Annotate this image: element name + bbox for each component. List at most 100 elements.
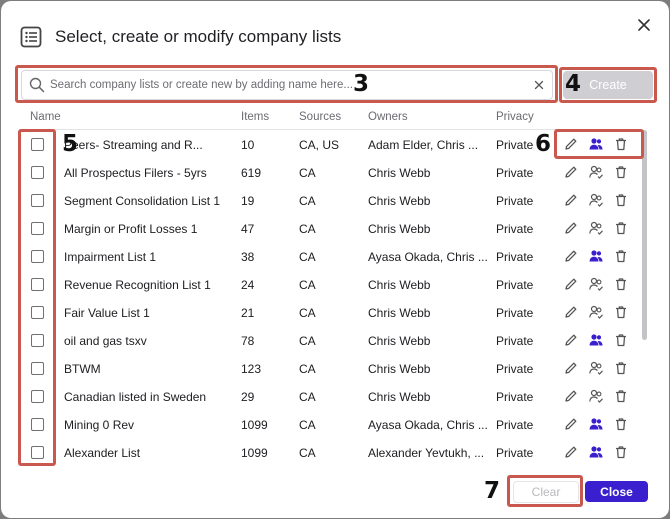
close-icon[interactable] <box>634 15 654 35</box>
column-header-name: Name <box>30 111 61 123</box>
list-items-count: 24 <box>241 278 255 292</box>
list-name: oil and gas tsxv <box>64 334 147 348</box>
list-name: Canadian listed in Sweden <box>64 390 207 404</box>
edit-icon[interactable] <box>563 136 579 152</box>
row-checkbox[interactable] <box>31 278 44 291</box>
list-privacy: Private <box>496 306 534 320</box>
list-sources: CA <box>299 390 316 404</box>
table-row[interactable]: All Prospectus Filers - 5yrs 619 CA Chris W… <box>23 159 637 187</box>
table-row[interactable]: Canadian listed in Sweden 29 CA Chris Webb P… <box>23 383 637 411</box>
edit-icon[interactable] <box>563 304 579 320</box>
delete-icon[interactable] <box>613 192 629 208</box>
list-owners: Chris Webb <box>368 334 431 348</box>
column-header-privacy: Privacy <box>496 111 534 123</box>
table-row[interactable]: oil and gas tsxv 78 CA Chris Webb Private <box>23 327 637 355</box>
shared-users-icon[interactable] <box>588 248 604 264</box>
list-owners: Ayasa Okada, Chris ... <box>368 250 488 264</box>
row-checkbox[interactable] <box>31 362 44 375</box>
clear-button[interactable]: Clear <box>513 481 579 503</box>
list-owners: Alexander Yevtukh, ... <box>368 446 485 460</box>
row-checkbox[interactable] <box>31 306 44 319</box>
share-users-icon[interactable] <box>588 304 604 320</box>
edit-icon[interactable] <box>563 164 579 180</box>
share-users-icon[interactable] <box>588 164 604 180</box>
share-users-icon[interactable] <box>588 276 604 292</box>
table-row[interactable]: Mining 0 Rev 1099 CA Ayasa Okada, Chris ...… <box>23 411 637 439</box>
delete-icon[interactable] <box>613 388 629 404</box>
annotation-badge-5: 5 <box>62 131 79 157</box>
edit-icon[interactable] <box>563 192 579 208</box>
row-checkbox[interactable] <box>31 222 44 235</box>
clear-search-icon[interactable] <box>533 79 545 91</box>
share-users-icon[interactable] <box>588 360 604 376</box>
table-row[interactable]: Alexander List 1099 CA Alexander Yevtukh, .… <box>23 439 637 467</box>
delete-icon[interactable] <box>613 304 629 320</box>
shared-users-icon[interactable] <box>588 136 604 152</box>
list-privacy: Private <box>496 390 534 404</box>
search-input[interactable] <box>48 75 518 95</box>
list-privacy: Private <box>496 446 534 460</box>
list-items-count: 1099 <box>241 446 268 460</box>
list-name: Peers- Streaming and R... <box>64 138 203 152</box>
delete-icon[interactable] <box>613 220 629 236</box>
delete-icon[interactable] <box>613 136 629 152</box>
row-checkbox[interactable] <box>31 418 44 431</box>
list-privacy: Private <box>496 138 534 152</box>
edit-icon[interactable] <box>563 444 579 460</box>
list-sources: CA <box>299 278 316 292</box>
table-row[interactable]: Revenue Recognition List 1 24 CA Chris Webb… <box>23 271 637 299</box>
delete-icon[interactable] <box>613 276 629 292</box>
row-checkbox[interactable] <box>31 446 44 459</box>
share-users-icon[interactable] <box>588 220 604 236</box>
delete-icon[interactable] <box>613 416 629 432</box>
list-name: Segment Consolidation List 1 <box>64 194 221 208</box>
list-privacy: Private <box>496 222 534 236</box>
edit-icon[interactable] <box>563 276 579 292</box>
delete-icon[interactable] <box>613 444 629 460</box>
row-checkbox[interactable] <box>31 334 44 347</box>
close-button[interactable]: Close <box>585 481 648 502</box>
table-row[interactable]: Impairment List 1 38 CA Ayasa Okada, Chris … <box>23 243 637 271</box>
list-privacy: Private <box>496 194 534 208</box>
list-name: Revenue Recognition List 1 <box>64 278 211 292</box>
company-lists-dialog: Select, create or modify company lists C… <box>1 1 669 518</box>
row-checkbox[interactable] <box>31 166 44 179</box>
row-checkbox[interactable] <box>31 250 44 263</box>
row-checkbox[interactable] <box>31 138 44 151</box>
edit-icon[interactable] <box>563 416 579 432</box>
shared-users-icon[interactable] <box>588 444 604 460</box>
table-row[interactable]: Segment Consolidation List 1 19 CA Chris We… <box>23 187 637 215</box>
list-items-count: 47 <box>241 222 255 236</box>
list-items-count: 123 <box>241 362 262 376</box>
delete-icon[interactable] <box>613 248 629 264</box>
share-users-icon[interactable] <box>588 388 604 404</box>
delete-icon[interactable] <box>613 332 629 348</box>
edit-icon[interactable] <box>563 220 579 236</box>
table-row[interactable]: BTWM 123 CA Chris Webb Private <box>23 355 637 383</box>
shared-users-icon[interactable] <box>588 332 604 348</box>
edit-icon[interactable] <box>563 332 579 348</box>
table-row[interactable]: Fair Value List 1 21 CA Chris Webb Private <box>23 299 637 327</box>
delete-icon[interactable] <box>613 164 629 180</box>
list-owners: Chris Webb <box>368 278 431 292</box>
edit-icon[interactable] <box>563 360 579 376</box>
table-scrollbar[interactable] <box>642 130 647 340</box>
list-name: All Prospectus Filers - 5yrs <box>64 166 207 180</box>
edit-icon[interactable] <box>563 248 579 264</box>
list-sources: CA <box>299 306 316 320</box>
search-icon <box>29 77 45 93</box>
list-privacy: Private <box>496 250 534 264</box>
table-row[interactable]: Margin or Profit Losses 1 47 CA Chris Webb P… <box>23 215 637 243</box>
list-sources: CA <box>299 166 316 180</box>
share-users-icon[interactable] <box>588 192 604 208</box>
list-owners: Chris Webb <box>368 194 431 208</box>
list-items-count: 29 <box>241 390 255 404</box>
column-header-owners: Owners <box>368 111 408 123</box>
edit-icon[interactable] <box>563 388 579 404</box>
delete-icon[interactable] <box>613 360 629 376</box>
row-checkbox[interactable] <box>31 194 44 207</box>
list-owners: Chris Webb <box>368 306 431 320</box>
shared-users-icon[interactable] <box>588 416 604 432</box>
row-checkbox[interactable] <box>31 390 44 403</box>
list-items-count: 38 <box>241 250 255 264</box>
